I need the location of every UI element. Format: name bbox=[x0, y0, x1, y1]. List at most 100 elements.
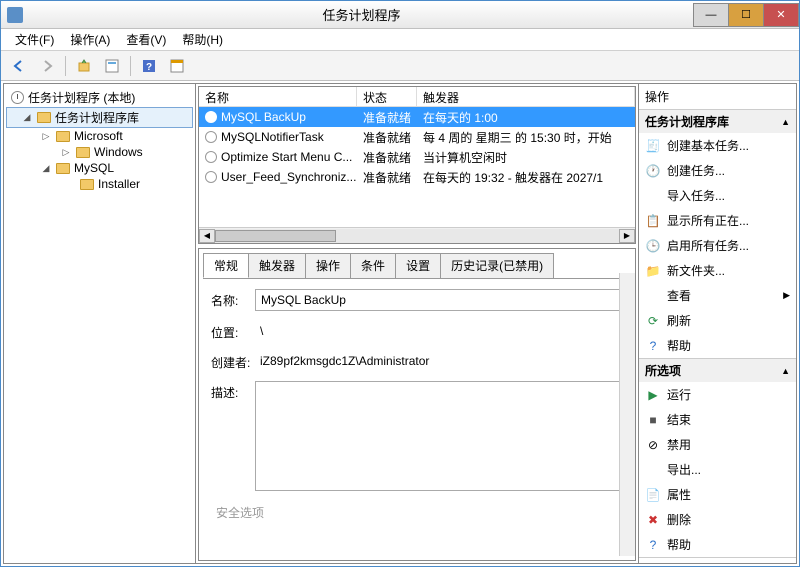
expand-icon[interactable]: ▷ bbox=[60, 146, 72, 158]
action-import[interactable]: 导入任务... bbox=[639, 183, 796, 208]
up-button[interactable] bbox=[72, 54, 96, 78]
minimize-button[interactable]: — bbox=[693, 3, 729, 27]
tab-settings[interactable]: 设置 bbox=[395, 253, 441, 278]
folder-icon bbox=[55, 129, 71, 143]
tree-mysql[interactable]: ◢MySQL bbox=[6, 160, 193, 176]
task-trigger: 每 4 周的 星期三 的 15:30 时，开始 bbox=[417, 129, 635, 146]
action-end[interactable]: ■ 结束 bbox=[639, 407, 796, 432]
tree-windows[interactable]: ▷ Windows bbox=[6, 144, 193, 160]
task-row[interactable]: Optimize Start Menu C... 准备就绪 当计算机空闲时 bbox=[199, 147, 635, 167]
task-name: Optimize Start Menu C... bbox=[221, 150, 352, 164]
action-disable[interactable]: ⊘ 禁用 bbox=[639, 432, 796, 457]
action-label: 属性 bbox=[667, 486, 691, 503]
action-view[interactable]: 查看▶ bbox=[639, 283, 796, 308]
task-status: 准备就绪 bbox=[357, 169, 417, 186]
pane-icon[interactable] bbox=[165, 54, 189, 78]
col-status[interactable]: 状态 bbox=[357, 87, 417, 106]
scroll-thumb[interactable] bbox=[215, 230, 336, 242]
scroll-left-button[interactable]: ◀ bbox=[199, 229, 215, 243]
tab-conditions[interactable]: 条件 bbox=[350, 253, 396, 278]
action-refresh[interactable]: ⟳刷新 bbox=[639, 308, 796, 333]
name-field[interactable]: MySQL BackUp bbox=[255, 289, 623, 311]
action-properties[interactable]: 📄属性 bbox=[639, 482, 796, 507]
author-value: iZ89pf2kmsgdc1Z\Administrator bbox=[255, 351, 434, 371]
run-icon: ▶ bbox=[645, 387, 661, 403]
delete-icon: ✖ bbox=[645, 512, 661, 528]
expand-icon[interactable]: ▷ bbox=[40, 130, 52, 142]
tree-installer[interactable]: Installer bbox=[6, 176, 193, 192]
tree-microsoft[interactable]: ▷Microsoft bbox=[6, 128, 193, 144]
tree-root-label: 任务计划程序 (本地) bbox=[28, 89, 135, 106]
tab-actions[interactable]: 操作 bbox=[305, 253, 351, 278]
props-icon[interactable] bbox=[100, 54, 124, 78]
app-icon bbox=[7, 7, 23, 23]
action-label: 导入任务... bbox=[667, 187, 725, 204]
action-label: 创建任务... bbox=[667, 162, 725, 179]
desc-label: 描述: bbox=[211, 381, 255, 401]
tree-library[interactable]: ◢任务计划程序库 bbox=[6, 107, 193, 128]
action-enable-all[interactable]: 🕒启用所有任务... bbox=[639, 233, 796, 258]
window-controls: — ☐ ✕ bbox=[694, 3, 799, 27]
security-label: 安全选项 bbox=[211, 501, 269, 524]
task-row[interactable]: MySQLNotifierTask 准备就绪 每 4 周的 星期三 的 15:3… bbox=[199, 127, 635, 147]
action-create-basic[interactable]: 🧾创建基本任务... bbox=[639, 133, 796, 158]
tab-general[interactable]: 常规 bbox=[203, 253, 249, 278]
action-run[interactable]: ▶运行 bbox=[639, 382, 796, 407]
task-row[interactable]: User_Feed_Synchroniz... 准备就绪 在每天的 19:32 … bbox=[199, 167, 635, 187]
tab-history[interactable]: 历史记录(已禁用) bbox=[440, 253, 554, 278]
menu-view[interactable]: 查看(V) bbox=[118, 29, 174, 50]
action-delete[interactable]: ✖删除 bbox=[639, 507, 796, 532]
task-trigger: 当计算机空闲时 bbox=[417, 149, 635, 166]
section-label: 所选项 bbox=[645, 362, 681, 379]
action-help[interactable]: ?帮助 bbox=[639, 333, 796, 358]
task-icon bbox=[205, 111, 217, 123]
tab-triggers[interactable]: 触发器 bbox=[248, 253, 306, 278]
expand-icon[interactable]: ◢ bbox=[21, 112, 33, 124]
action-label: 结束 bbox=[667, 411, 691, 428]
maximize-button[interactable]: ☐ bbox=[728, 3, 764, 27]
col-trigger[interactable]: 触发器 bbox=[417, 87, 635, 106]
tree-win-label: Windows bbox=[94, 145, 143, 159]
action-new-folder[interactable]: 📁新文件夹... bbox=[639, 258, 796, 283]
tree-panel: 任务计划程序 (本地) ◢任务计划程序库 ▷Microsoft ▷ Windows… bbox=[4, 84, 196, 563]
middle-panel: 名称 状态 触发器 MySQL BackUp 准备就绪 在每天的 1:00 My… bbox=[196, 84, 638, 563]
forward-button[interactable] bbox=[35, 54, 59, 78]
help-icon[interactable]: ? bbox=[137, 54, 161, 78]
task-row[interactable]: MySQL BackUp 准备就绪 在每天的 1:00 bbox=[199, 107, 635, 127]
collapse-icon[interactable]: ▲ bbox=[781, 117, 790, 127]
actions-section-selected: 所选项 ▲ ▶运行 ■ 结束 ⊘ 禁用 导出... 📄属性 ✖删除 ?帮助 bbox=[639, 359, 796, 558]
menu-operation[interactable]: 操作(A) bbox=[62, 29, 118, 50]
disable-icon: ⊘ bbox=[645, 437, 661, 453]
menu-help[interactable]: 帮助(H) bbox=[174, 29, 231, 50]
author-label: 创建者: bbox=[211, 351, 255, 371]
titlebar: 任务计划程序 — ☐ ✕ bbox=[1, 1, 799, 29]
expand-icon[interactable]: ◢ bbox=[40, 162, 52, 174]
task-icon bbox=[205, 131, 217, 143]
task-trigger: 在每天的 19:32 - 触发器在 2027/1 bbox=[417, 169, 635, 186]
close-button[interactable]: ✕ bbox=[763, 3, 799, 27]
vertical-scrollbar[interactable] bbox=[619, 273, 635, 556]
scroll-right-button[interactable]: ▶ bbox=[619, 229, 635, 243]
task-status: 准备就绪 bbox=[357, 129, 417, 146]
action-label: 禁用 bbox=[667, 436, 691, 453]
col-name[interactable]: 名称 bbox=[199, 87, 357, 106]
action-label: 创建基本任务... bbox=[667, 137, 749, 154]
horizontal-scrollbar[interactable]: ◀ ▶ bbox=[199, 227, 635, 243]
actions-panel: 操作 任务计划程序库▲ 🧾创建基本任务... 🕐创建任务... 导入任务... … bbox=[638, 84, 796, 563]
running-icon: 📋 bbox=[645, 213, 661, 229]
collapse-icon[interactable]: ▲ bbox=[781, 366, 790, 376]
desc-field[interactable] bbox=[255, 381, 623, 491]
stop-icon: ■ bbox=[645, 412, 661, 428]
create-icon: 🕐 bbox=[645, 163, 661, 179]
action-help2[interactable]: ?帮助 bbox=[639, 532, 796, 557]
action-export[interactable]: 导出... bbox=[639, 457, 796, 482]
action-show-running[interactable]: 📋显示所有正在... bbox=[639, 208, 796, 233]
scheduler-icon bbox=[9, 91, 25, 105]
tree-root[interactable]: 任务计划程序 (本地) bbox=[6, 88, 193, 107]
back-button[interactable] bbox=[7, 54, 31, 78]
content-area: 任务计划程序 (本地) ◢任务计划程序库 ▷Microsoft ▷ Windows… bbox=[3, 83, 797, 564]
menu-file[interactable]: 文件(F) bbox=[7, 29, 62, 50]
scroll-track[interactable] bbox=[215, 229, 619, 243]
action-create[interactable]: 🕐 创建任务... bbox=[639, 158, 796, 183]
task-trigger: 在每天的 1:00 bbox=[417, 109, 635, 126]
